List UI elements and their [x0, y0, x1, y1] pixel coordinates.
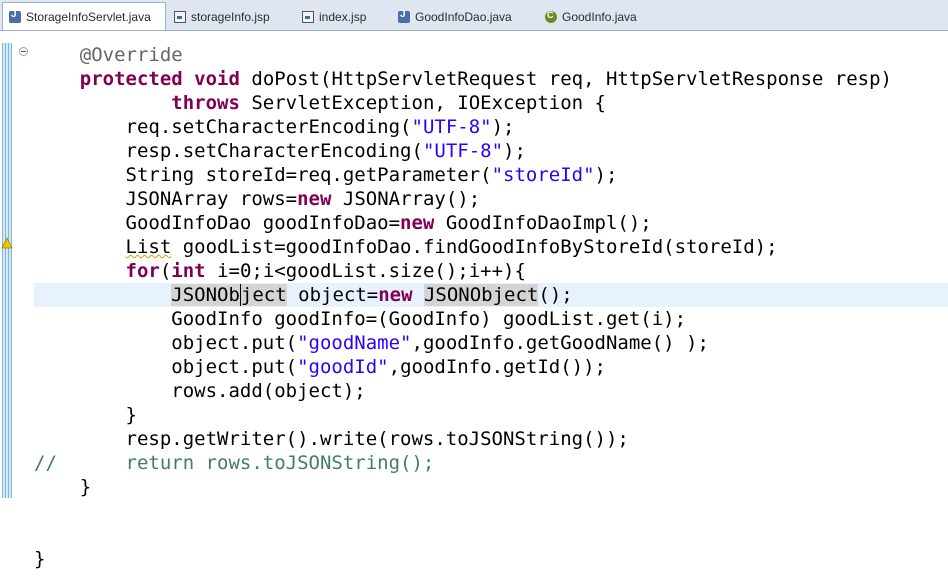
tab-index-jsp[interactable]: index.jsp [302, 3, 382, 30]
code-line: @Override [34, 44, 183, 66]
code-line: rows.add(object); [34, 380, 366, 402]
code-line: } [34, 404, 137, 426]
tab-storageinfoservlet-java[interactable]: StorageInfoServlet.java [2, 2, 166, 30]
jsp-file-icon [302, 10, 314, 23]
code-line: String storeId=req.getParameter("storeId… [34, 164, 618, 186]
code-line: GoodInfo goodInfo=(GoodInfo) goodList.ge… [34, 308, 687, 330]
editor-tab-bar: StorageInfoServlet.java storageInfo.jsp … [0, 0, 948, 31]
tab-label: GoodInfo.java [562, 9, 637, 24]
java-file-icon [398, 9, 410, 23]
tab-label: GoodInfoDao.java [415, 9, 512, 24]
overview-ruler[interactable] [2, 43, 12, 498]
java-class-icon [545, 10, 557, 23]
current-code-line: JSONObject object=new JSONObject(); [34, 283, 948, 307]
tab-goodinfodao-java[interactable]: GoodInfoDao.java [398, 3, 528, 30]
tab-label: storageInfo.jsp [191, 9, 270, 24]
text-cursor: ject [239, 284, 287, 306]
comment-line: // return rows.toJSONString(); [34, 452, 435, 474]
tab-label: index.jsp [319, 9, 367, 24]
code-line: } [34, 476, 92, 498]
code-line: req.setCharacterEncoding("UTF-8"); [34, 116, 515, 138]
code-line: resp.setCharacterEncoding("UTF-8"); [34, 140, 526, 162]
code-line: object.put("goodName",goodInfo.getGoodNa… [34, 332, 709, 354]
code-line: } [34, 548, 46, 570]
java-file-icon [9, 9, 21, 23]
code-line: resp.getWriter().write(rows.toJSONString… [34, 428, 629, 450]
jsp-file-icon [174, 10, 186, 23]
tab-storageinfo-jsp[interactable]: storageInfo.jsp [174, 3, 284, 30]
warning-icon[interactable] [1, 237, 13, 249]
code-line: object.put("goodId",goodInfo.getId()); [34, 356, 606, 378]
code-line: GoodInfoDao goodInfoDao=new GoodInfoDaoI… [34, 212, 652, 234]
code-line: for(int i=0;i<goodList.size();i++){ [125, 260, 526, 282]
code-line: List goodList=goodInfoDao.findGoodInfoBy… [125, 236, 778, 258]
code-line: JSONArray rows=new JSONArray(); [34, 188, 481, 210]
tab-goodinfo-java[interactable]: GoodInfo.java [545, 3, 655, 30]
code-line: throws ServletException, IOException { [171, 92, 606, 114]
collapse-fold-icon[interactable] [19, 47, 28, 56]
tab-label: StorageInfoServlet.java [26, 9, 151, 24]
code-line: protected void doPost(HttpServletRequest… [79, 68, 892, 90]
